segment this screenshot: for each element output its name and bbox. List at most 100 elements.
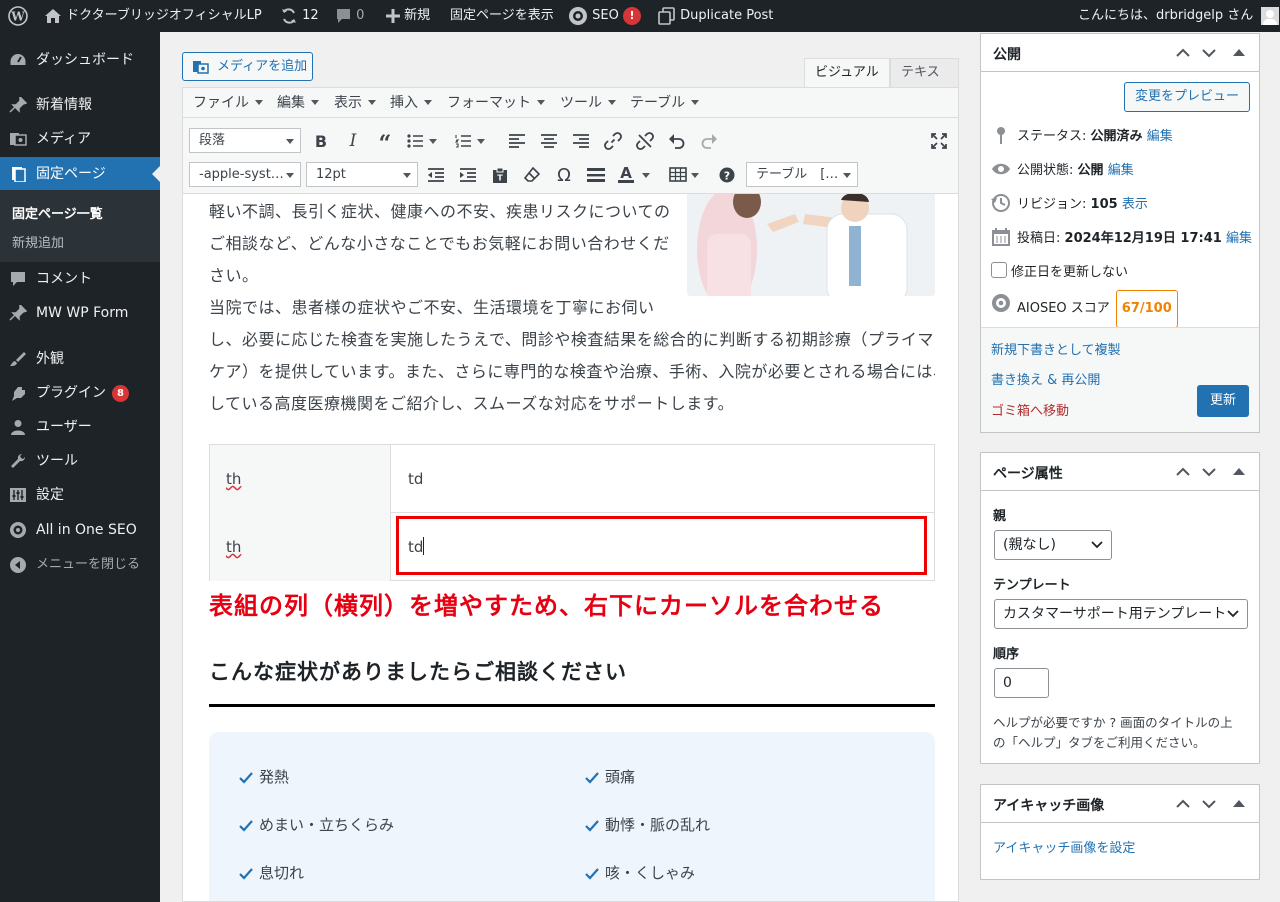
seo-menu[interactable]: SEO !: [568, 0, 641, 32]
tab-text[interactable]: テキスト: [890, 58, 959, 108]
menu-label: 編集: [277, 95, 305, 111]
sidebar-item-label: 外観: [36, 351, 64, 367]
menu-insert[interactable]: 挿入: [390, 88, 432, 118]
editor-menubar: ファイル 編集 表示 挿入 フォーマット ツール テーブル: [183, 88, 958, 118]
align-left-icon[interactable]: [505, 129, 529, 153]
link-icon[interactable]: [601, 129, 625, 153]
updates-link[interactable]: 12: [280, 0, 319, 32]
blockquote-icon[interactable]: “: [373, 129, 397, 155]
menu-table[interactable]: テーブル: [630, 88, 700, 118]
doctor-patient-image[interactable]: [687, 194, 935, 296]
aioseo-score-badge[interactable]: 67/100: [1115, 290, 1178, 328]
horizontal-line-icon[interactable]: [584, 163, 608, 187]
sidebar-item-plugins[interactable]: プラグイン 8: [0, 376, 160, 410]
menu-file[interactable]: ファイル: [193, 88, 263, 118]
outdent-icon[interactable]: [424, 163, 448, 187]
font-select-value: -apple-syst…: [199, 167, 284, 182]
site-name-link[interactable]: ドクターブリッジオフィシャルLP: [44, 0, 262, 32]
preview-changes-button[interactable]: 変更をプレビュー: [1124, 82, 1250, 112]
table-header-cell[interactable]: th: [210, 445, 391, 513]
aioseo-icon: [569, 6, 587, 25]
parent-select[interactable]: (親なし): [994, 530, 1112, 560]
table-header-cell[interactable]: th: [210, 513, 391, 581]
sidebar-item-appearance[interactable]: 外観: [0, 342, 160, 376]
sidebar-item-aioseo[interactable]: All in One SEO: [0, 513, 160, 547]
bullet-list-icon[interactable]: [405, 129, 439, 153]
clear-formatting-icon[interactable]: [520, 163, 544, 187]
menu-label: テーブル: [630, 95, 686, 111]
add-media-button[interactable]: メディアを追加: [182, 52, 313, 81]
tab-visual[interactable]: ビジュアル: [804, 58, 890, 88]
edit-status-link[interactable]: 編集: [1147, 129, 1173, 144]
menu-view[interactable]: 表示: [334, 88, 376, 118]
text-color-icon[interactable]: A: [616, 163, 656, 187]
menu-format[interactable]: フォーマット: [447, 88, 545, 118]
numbered-list-icon[interactable]: [453, 129, 487, 153]
wordpress-logo-icon[interactable]: W: [8, 0, 28, 32]
sidebar-item-dashboard[interactable]: ダッシュボード: [0, 43, 160, 77]
sidebar-item-label: MW WP Form: [36, 305, 129, 321]
move-to-trash-link[interactable]: ゴミ箱へ移動: [991, 400, 1069, 419]
size-select-value: 12pt: [316, 167, 346, 182]
submenu-all-pages[interactable]: 固定ページ一覧: [12, 203, 103, 222]
align-right-icon[interactable]: [569, 129, 593, 153]
box-controls: [1176, 799, 1245, 809]
indent-icon[interactable]: [456, 163, 480, 187]
check-icon: [585, 820, 599, 832]
format-select[interactable]: 段落: [189, 128, 301, 153]
font-family-select[interactable]: -apple-syst…: [189, 162, 301, 187]
bold-icon[interactable]: B: [309, 129, 333, 153]
unlink-icon[interactable]: [633, 129, 657, 153]
account-menu[interactable]: こんにちは、drbridgelp さん: [1078, 0, 1280, 32]
paragraph-line: ケア）を提供しています。また、さらに専門的な検査や治療、手術、入院が必要とされる…: [209, 362, 935, 381]
view-page-link[interactable]: 固定ページを表示: [450, 0, 554, 32]
revisions-icon: [991, 194, 1010, 212]
special-character-icon[interactable]: Ω: [552, 163, 576, 187]
submenu-add-new[interactable]: 新規追加: [12, 232, 64, 251]
new-content-link[interactable]: 新規: [386, 0, 430, 32]
italic-icon[interactable]: I: [341, 129, 365, 153]
undo-icon[interactable]: [665, 129, 689, 153]
menu-tools[interactable]: ツール: [560, 88, 616, 118]
edit-date-link[interactable]: 編集: [1226, 231, 1252, 246]
order-input[interactable]: 0: [994, 668, 1049, 698]
symptom-label: 咳・くしゃみ: [605, 864, 696, 882]
publish-actions: 新規下書きとして複製 書き換え & 再公開 ゴミ箱へ移動 更新: [981, 327, 1259, 432]
fullscreen-icon[interactable]: [927, 129, 951, 153]
sidebar-item-news[interactable]: 新着情報: [0, 88, 160, 122]
sidebar-item-settings[interactable]: 設定: [0, 478, 160, 512]
menu-label: フォーマット: [447, 95, 531, 111]
help-icon[interactable]: ?: [715, 163, 739, 187]
plugin-update-badge: 8: [112, 385, 129, 402]
check-icon: [239, 772, 253, 784]
copy-as-draft-link[interactable]: 新規下書きとして複製: [991, 339, 1121, 358]
sidebar-item-mw-wp-form[interactable]: MW WP Form: [0, 296, 160, 330]
duplicate-post-link[interactable]: Duplicate Post: [658, 0, 773, 32]
sidebar-item-comments[interactable]: コメント: [0, 262, 160, 296]
view-revisions-link[interactable]: 表示: [1122, 197, 1148, 212]
table-class-select[interactable]: テーブル […: [746, 162, 858, 187]
menu-edit[interactable]: 編集: [277, 88, 319, 118]
sidebar-item-users[interactable]: ユーザー: [0, 410, 160, 444]
template-select[interactable]: カスタマーサポート用テンプレート: [994, 599, 1248, 629]
align-center-icon[interactable]: [537, 129, 561, 153]
set-featured-image-link[interactable]: アイキャッチ画像を設定: [993, 837, 1135, 856]
editor-content[interactable]: 軽い不調、長引く症状、健康への不安、疾患リスクについての ご相談など、どんな小さ…: [209, 194, 935, 901]
table-icon[interactable]: [668, 163, 704, 187]
collapse-menu-button[interactable]: メニューを閉じる: [0, 548, 160, 582]
paste-text-icon[interactable]: T: [488, 163, 512, 187]
sidebar-item-pages[interactable]: 固定ページ: [0, 157, 160, 191]
cell-text: th: [226, 470, 242, 488]
sidebar-item-media[interactable]: メディア: [0, 122, 160, 156]
table-data-cell[interactable]: td: [392, 445, 934, 513]
no-update-date-checkbox[interactable]: [991, 262, 1007, 278]
redo-icon[interactable]: [697, 129, 721, 153]
sidebar-item-tools[interactable]: ツール: [0, 444, 160, 478]
paragraph-line: している高度医療機関をご紹介し、スムーズな対応をサポートします。: [209, 394, 735, 413]
edit-visibility-link[interactable]: 編集: [1108, 163, 1134, 178]
comments-link[interactable]: 0: [335, 0, 364, 32]
font-size-select[interactable]: 12pt: [306, 162, 418, 187]
table-select-value: テーブル […: [756, 167, 839, 182]
rewrite-republish-link[interactable]: 書き換え & 再公開: [991, 369, 1100, 388]
update-button[interactable]: 更新: [1197, 385, 1249, 417]
